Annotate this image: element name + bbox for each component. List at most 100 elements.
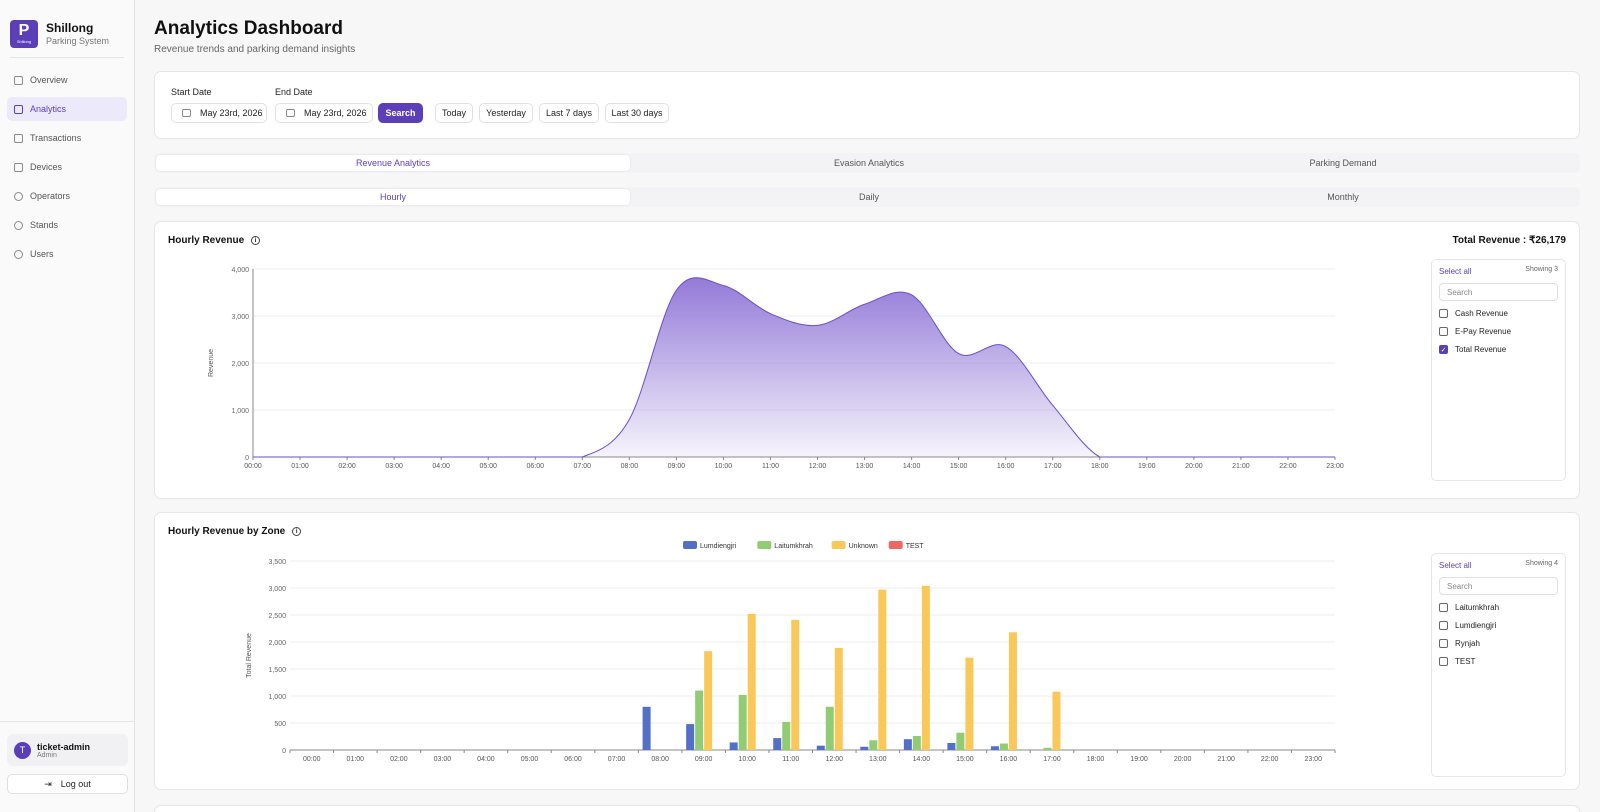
page-title: Analytics Dashboard [154, 18, 343, 39]
checkbox[interactable]: ✓ [1439, 345, 1448, 354]
zone-filter-panel: Select all Showing 4 Search Laitumkhrah … [1431, 553, 1566, 777]
sidebar-item-analytics[interactable]: Analytics [7, 97, 127, 121]
x-tick-label: 13:00 [869, 756, 887, 763]
x-tick-label: 16:00 [997, 463, 1015, 470]
sidebar-item-users[interactable]: Users [7, 242, 127, 266]
x-tick-label: 19:00 [1130, 756, 1148, 763]
start-date-value: May 23rd, 2026 [200, 108, 263, 118]
x-tick-label: 23:00 [1304, 756, 1322, 763]
user-name: ticket-admin [37, 741, 91, 752]
bar-laitumkhrah [912, 735, 921, 750]
bar-laitumkhrah [1043, 747, 1052, 750]
sidebar-item-transactions[interactable]: Transactions [7, 126, 127, 150]
x-tick-label: 22:00 [1279, 463, 1297, 470]
search-button[interactable]: Search [378, 103, 423, 123]
brand: P Shillong Shillong Parking System [0, 0, 134, 50]
x-tick-label: 05:00 [521, 756, 539, 763]
today-button[interactable]: Today [435, 103, 473, 123]
legend-swatch [831, 541, 846, 549]
bar-lumdiengjri [642, 706, 651, 750]
bar-unknown [747, 613, 756, 750]
x-tick-label: 18:00 [1087, 756, 1105, 763]
yesterday-button[interactable]: Yesterday [479, 103, 533, 123]
x-tick-label: 13:00 [856, 463, 874, 470]
checkbox[interactable] [1439, 309, 1448, 318]
x-tick-label: 07:00 [574, 463, 592, 470]
tab-evasion-analytics[interactable]: Evasion Analytics [632, 153, 1106, 173]
checkbox[interactable] [1439, 621, 1448, 630]
y-tick-label: 500 [274, 721, 286, 728]
sidebar: P Shillong Shillong Parking System Overv… [0, 0, 135, 812]
tab-hourly[interactable]: Hourly [156, 189, 630, 205]
zone-revenue-chart: 0 500 1,000 1,500 2,000 2,500 3,000 3,500 Total … [246, 541, 1336, 763]
bar-unknown [1008, 632, 1017, 750]
checkbox[interactable] [1439, 639, 1448, 648]
y-axis-label: Revenue [208, 349, 215, 377]
divider [10, 57, 124, 58]
tab-parking-demand[interactable]: Parking Demand [1106, 153, 1580, 173]
filter-card: Start Date End Date May 23rd, 2026 May 2… [154, 71, 1580, 139]
start-date-picker[interactable]: May 23rd, 2026 [171, 103, 267, 123]
brand-name: Shillong [46, 21, 94, 35]
end-date-label: End Date [275, 87, 313, 97]
bar-unknown [791, 619, 800, 750]
main-content: Analytics Dashboard Revenue trends and p… [135, 0, 1600, 812]
x-tick-label: 06:00 [526, 463, 544, 470]
checkbox[interactable] [1439, 657, 1448, 666]
bar-laitumkhrah [695, 690, 704, 750]
end-date-picker[interactable]: May 23rd, 2026 [275, 103, 373, 123]
x-tick-label: 12:00 [809, 463, 827, 470]
sidebar-item-label: Users [30, 249, 54, 259]
legend-swatch [888, 541, 903, 549]
zone-option[interactable]: Rynjah [1439, 639, 1480, 648]
zone-option[interactable]: Lumdiengjri [1439, 621, 1496, 630]
x-tick-label: 21:00 [1217, 756, 1235, 763]
revenue-area [253, 277, 1335, 457]
bar-unknown [1052, 691, 1061, 750]
series-option[interactable]: E-Pay Revenue [1439, 327, 1511, 336]
brand-subtitle: Parking System [46, 36, 110, 46]
x-tick-label: 07:00 [608, 756, 626, 763]
select-all-link[interactable]: Select all [1439, 267, 1471, 276]
sidebar-item-devices[interactable]: Devices [7, 155, 127, 179]
x-tick-label: 10:00 [715, 463, 733, 470]
page-subtitle: Revenue trends and parking demand insigh… [154, 44, 356, 55]
user-card[interactable]: T ticket-admin Admin [7, 734, 128, 766]
y-tick-label: 0 [245, 455, 249, 462]
sidebar-item-operators[interactable]: Operators [7, 184, 127, 208]
bar-laitumkhrah [956, 732, 965, 750]
x-tick-label: 09:00 [695, 756, 713, 763]
tab-monthly[interactable]: Monthly [1106, 187, 1580, 207]
series-option[interactable]: Cash Revenue [1439, 309, 1508, 318]
zone-search-input[interactable]: Search [1439, 577, 1558, 595]
select-all-link[interactable]: Select all [1439, 561, 1471, 570]
series-search-input[interactable]: Search [1439, 283, 1558, 301]
sidebar-item-overview[interactable]: Overview [7, 68, 127, 92]
end-date-value: May 23rd, 2026 [304, 108, 367, 118]
bar-laitumkhrah [869, 740, 878, 750]
tab-daily[interactable]: Daily [632, 187, 1106, 207]
bar-lumdiengjri [729, 742, 738, 750]
logout-label: Log out [60, 779, 91, 789]
x-tick-label: 08:00 [621, 463, 639, 470]
grid-icon [14, 75, 23, 85]
zone-option[interactable]: Laitumkhrah [1439, 603, 1499, 612]
checkbox[interactable] [1439, 603, 1448, 612]
series-option[interactable]: ✓ Total Revenue [1439, 345, 1506, 354]
calendar-icon [182, 109, 191, 117]
x-tick-label: 16:00 [1000, 756, 1018, 763]
y-axis-label: Total Revenue [246, 633, 253, 678]
users-icon [14, 249, 23, 259]
sidebar-item-stands[interactable]: Stands [7, 213, 127, 237]
last-7-days-button[interactable]: Last 7 days [539, 103, 599, 123]
tab-revenue-analytics[interactable]: Revenue Analytics [156, 155, 630, 171]
checkbox[interactable] [1439, 327, 1448, 336]
y-tick-label: 1,000 [268, 694, 286, 701]
logout-button[interactable]: ⇥ Log out [7, 774, 128, 794]
sidebar-item-label: Transactions [30, 133, 82, 143]
series-option-label: Cash Revenue [1455, 309, 1508, 318]
x-tick-label: 17:00 [1043, 756, 1061, 763]
legend-swatch [683, 541, 697, 549]
zone-option[interactable]: TEST [1439, 657, 1475, 666]
last-30-days-button[interactable]: Last 30 days [605, 103, 669, 123]
